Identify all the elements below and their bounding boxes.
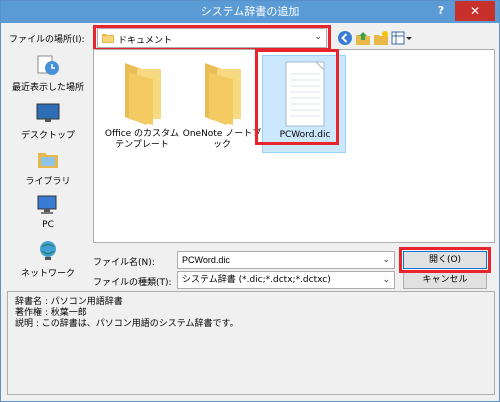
view-menu-icon[interactable] <box>391 30 413 46</box>
file-item-onenote[interactable]: OneNote ノートブック <box>180 55 264 153</box>
filename-dropdown-toggle[interactable]: ⌄ <box>377 251 395 269</box>
dictionary-info-panel: 辞書名 : パソコン用語辞書 著作権 : 秋葉一郎 説明 : この辞書は、パソコ… <box>7 291 495 395</box>
chevron-down-icon: ⌄ <box>382 275 390 285</box>
info-copyright: 著作権 : 秋葉一郎 <box>15 308 87 318</box>
place-desktop[interactable]: デスクトップ <box>7 101 89 141</box>
add-system-dictionary-dialog: システム辞書の追加 ? ✕ ファイルの場所(I): ドキュメント ⌄ 最近表示し… <box>0 0 500 402</box>
window-title: システム辞書の追加 <box>200 5 300 18</box>
close-button[interactable]: ✕ <box>455 1 495 21</box>
recent-places-icon <box>37 55 59 75</box>
desktop-icon <box>36 103 60 122</box>
cancel-button[interactable]: キャンセル <box>403 271 487 289</box>
network-icon <box>40 241 56 260</box>
chevron-down-icon: ⌄ <box>314 32 322 42</box>
file-name: PCWord.dic <box>279 130 331 140</box>
file-item-pcword-dic[interactable]: PCWord.dic <box>262 55 346 153</box>
file-name: OneNote ノートブック <box>182 129 262 150</box>
file-list[interactable]: Office のカスタム テンプレート OneNote ノートブック PCWor… <box>93 49 495 243</box>
place-libraries[interactable]: ライブラリ <box>7 147 89 187</box>
pc-icon <box>37 195 57 214</box>
filename-label: ファイル名(N): <box>93 258 155 268</box>
document-icon <box>285 61 325 127</box>
folder-icon <box>125 63 161 125</box>
location-dropdown[interactable]: ドキュメント ⌄ <box>97 28 327 48</box>
new-folder-icon[interactable] <box>373 30 389 46</box>
location-label: ファイルの場所(I): <box>9 35 85 45</box>
filetype-label: ファイルの種類(T): <box>93 278 172 288</box>
place-network[interactable]: ネットワーク <box>7 239 89 279</box>
filename-input[interactable] <box>177 251 395 269</box>
title-bar[interactable]: システム辞書の追加 ? ✕ <box>1 1 499 23</box>
place-label: PC <box>42 220 54 230</box>
info-description: 説明 : この辞書は、パソコン用語のシステム辞書です。 <box>15 319 239 329</box>
up-folder-icon[interactable] <box>355 30 371 46</box>
open-button[interactable]: 開く(O) <box>403 251 487 269</box>
documents-folder-icon <box>102 34 114 43</box>
filetype-value: システム辞書 (*.dic;*.dctx;*.dctxc) <box>182 275 331 285</box>
file-name: Office のカスタム テンプレート <box>104 129 180 150</box>
location-value: ドキュメント <box>118 36 173 46</box>
place-label: ネットワーク <box>20 269 75 279</box>
folder-icon <box>205 63 241 125</box>
help-button[interactable]: ? <box>429 1 453 21</box>
places-bar: 最近表示した場所 デスクトップ ライブラリ PC ネットワーク <box>7 49 89 285</box>
chevron-down-icon: ⌄ <box>382 255 390 265</box>
place-label: ライブラリ <box>25 177 71 187</box>
file-item-office-templates[interactable]: Office のカスタム テンプレート <box>100 55 184 153</box>
back-icon[interactable] <box>337 30 353 46</box>
place-label: 最近表示した場所 <box>11 83 84 93</box>
libraries-icon <box>38 153 58 168</box>
filetype-select[interactable]: システム辞書 (*.dic;*.dctx;*.dctxc) ⌄ <box>177 271 395 289</box>
place-label: デスクトップ <box>20 131 75 141</box>
info-dictionary-name: 辞書名 : パソコン用語辞書 <box>15 297 123 307</box>
place-pc[interactable]: PC <box>7 193 89 230</box>
place-recent[interactable]: 最近表示した場所 <box>7 53 89 93</box>
